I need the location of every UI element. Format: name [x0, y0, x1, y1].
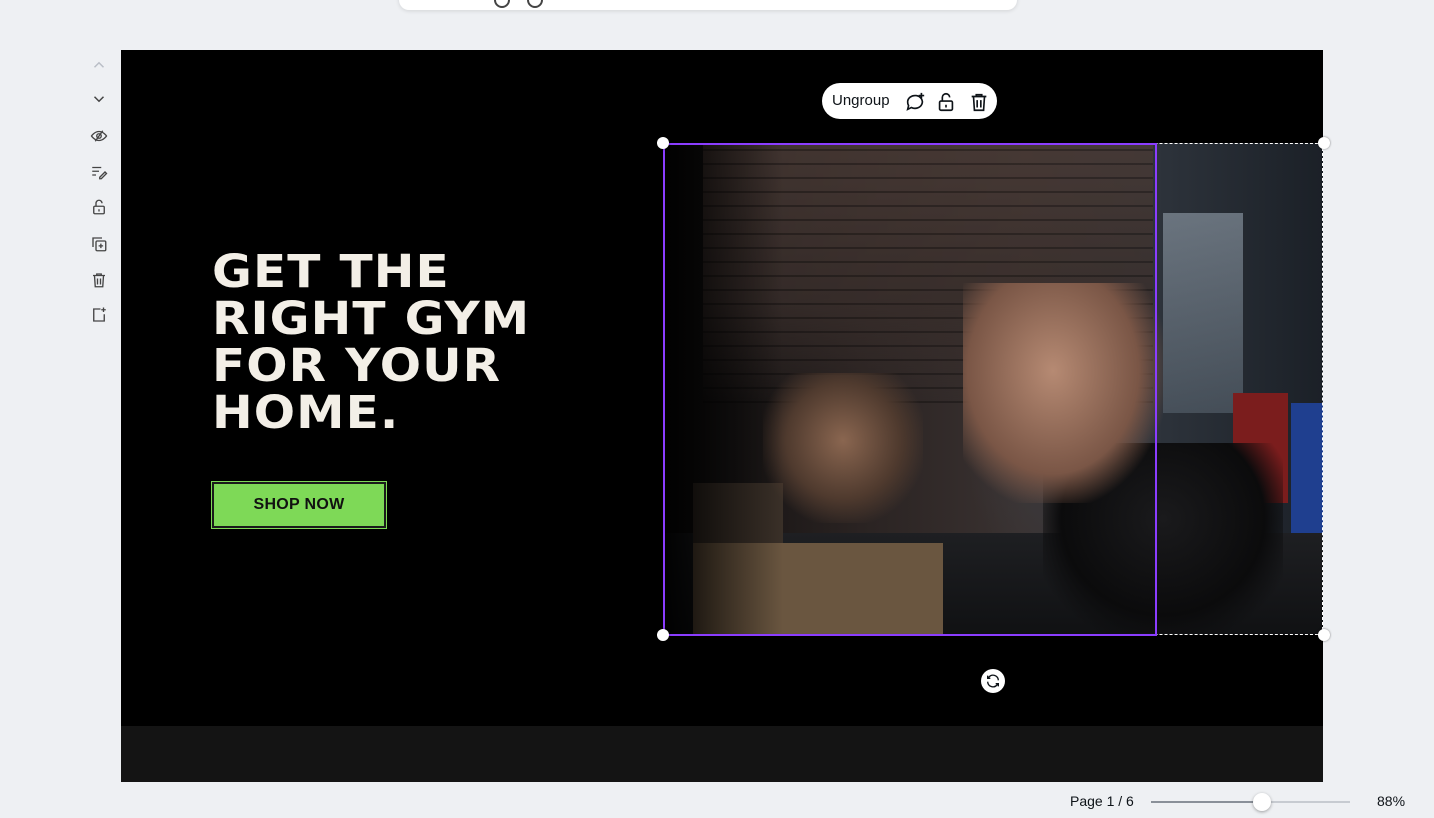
zoom-slider[interactable] [1151, 801, 1350, 803]
chevron-down-icon [93, 96, 105, 103]
duplicate-icon [92, 237, 107, 252]
selection-context-toolbar: Ungroup [822, 83, 997, 119]
page-indicator[interactable]: Page 1 / 6 [1070, 793, 1134, 809]
move-page-up-button[interactable] [84, 50, 114, 80]
rotate-icon [987, 674, 999, 688]
add-page-button[interactable] [84, 300, 114, 330]
rotate-handle[interactable] [981, 669, 1005, 693]
next-page-preview[interactable] [121, 726, 1323, 782]
zoom-slider-fill [1151, 801, 1263, 803]
zoom-slider-thumb[interactable] [1253, 793, 1272, 811]
notes-pencil-icon [92, 166, 108, 180]
toolbar-circle-icon[interactable] [494, 0, 510, 8]
resize-handle-bottom-left[interactable] [657, 629, 669, 641]
hide-page-button[interactable] [84, 121, 114, 151]
shop-now-button[interactable]: SHOP NOW [212, 482, 386, 528]
trash-icon [93, 273, 105, 288]
resize-handle-bottom-right[interactable] [1318, 629, 1330, 641]
add-page-icon [93, 307, 106, 322]
top-toolbar [399, 0, 1017, 10]
headline-text[interactable]: GET THE RIGHT GYM FOR YOUR HOME. [212, 248, 676, 436]
duplicate-page-button[interactable] [84, 229, 114, 259]
toolbar-circle-icon[interactable] [527, 0, 543, 8]
eye-hide-icon [90, 130, 108, 142]
resize-handle-top-left[interactable] [657, 137, 669, 149]
delete-page-button[interactable] [84, 265, 114, 295]
move-page-down-button[interactable] [84, 84, 114, 114]
resize-handle-top-right[interactable] [1318, 137, 1330, 149]
comment-add-icon[interactable] [904, 91, 926, 113]
zoom-level[interactable]: 88% [1377, 793, 1405, 809]
element-selection-box[interactable] [663, 143, 1157, 636]
lock-icon[interactable] [935, 91, 957, 113]
lock-icon [93, 199, 105, 215]
ungroup-button[interactable]: Ungroup [832, 83, 890, 119]
trash-icon[interactable] [968, 91, 990, 113]
page-notes-button[interactable] [84, 157, 114, 187]
chevron-up-icon [93, 61, 105, 68]
lock-page-button[interactable] [84, 192, 114, 222]
